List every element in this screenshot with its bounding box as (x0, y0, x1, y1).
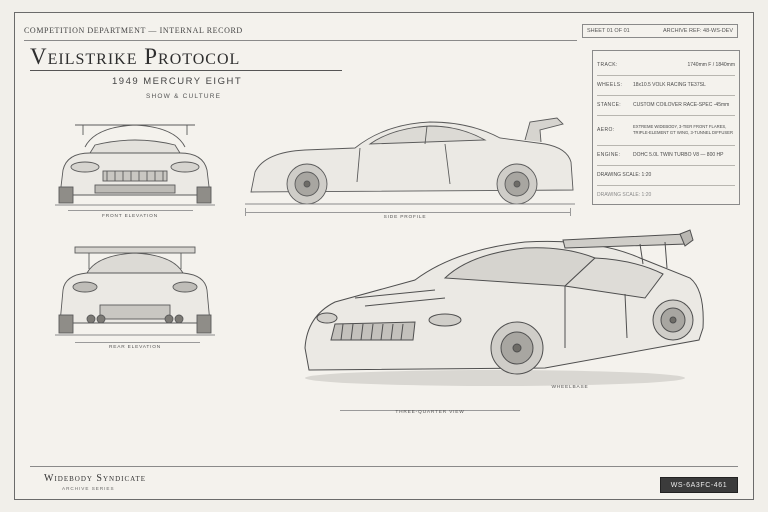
brand-series: ARCHIVE SERIES (62, 486, 115, 491)
wheelbase-label: WHEELBASE (551, 385, 589, 390)
record-line: COMPETITION DEPARTMENT — INTERNAL RECORD (24, 26, 243, 35)
side-profile-label: SIDE PROFILE (383, 215, 427, 220)
spec-value: DOHC 5.0L TWIN TURBO V8 — 800 HP (633, 152, 724, 158)
spec-value: DRAWING SCALE: 1:20 (597, 172, 652, 178)
title-underline (30, 70, 342, 71)
front-dimension-line (68, 210, 193, 211)
front-elevation-drawing (55, 124, 215, 206)
spec-row-aero: AERO: EXTREME WIDEBODY, 3-TIER FRONT FLA… (597, 115, 735, 146)
footer-divider (30, 466, 738, 467)
spec-key: AERO: (597, 127, 615, 133)
brand-name: Widebody Syndicate (44, 473, 146, 484)
three-quarter-drawing (304, 229, 704, 386)
spec-value: 18x10.5 VOLK RACING TE37SL (633, 82, 706, 88)
front-elevation-label: FRONT ELEVATION (102, 214, 158, 219)
category-label: SHOW & CULTURE (146, 93, 222, 100)
spec-table: TRACK: 1740mm F / 1840mm WHEELS: 18x10.5… (592, 50, 740, 205)
spec-value: EXTREME WIDEBODY, 3-TIER FRONT FLARES, T… (633, 124, 733, 135)
spec-row-track: TRACK: 1740mm F / 1840mm (597, 55, 735, 76)
dimension-tick (245, 208, 246, 216)
spec-key: ENGINE: (597, 152, 621, 158)
spec-key: TRACK: (597, 62, 618, 68)
vehicle-model: 1949 MERCURY EIGHT (112, 76, 243, 87)
document-id-badge: WS-6A3FC-461 (660, 477, 738, 493)
spec-row-scale: DRAWING SCALE: 1:20 (597, 165, 735, 186)
rear-elevation-drawing (55, 246, 215, 336)
spec-row-stance: STANCE: CUSTOM COILOVER RACE-SPEC -45mm (597, 95, 735, 116)
page-title: Veilstrike Protocol (30, 44, 241, 69)
spec-value: 1740mm F / 1840mm (687, 62, 735, 68)
rear-dimension-line (75, 342, 200, 343)
spec-row-wheels: WHEELS: 18x10.5 VOLK RACING TE37SL (597, 75, 735, 96)
spec-key: STANCE: (597, 102, 622, 108)
dimension-tick (570, 208, 571, 216)
side-profile-drawing (245, 117, 575, 205)
spec-row-engine: ENGINE: DOHC 5.0L TWIN TURBO V8 — 800 HP (597, 145, 735, 166)
rear-elevation-label: REAR ELEVATION (108, 345, 162, 350)
three-quarter-label: THREE-QUARTER VIEW (395, 410, 465, 415)
archive-ref: ARCHIVE REF: 48-WS-DEV (663, 28, 733, 34)
header-divider (24, 40, 577, 41)
spec-value: CUSTOM COILOVER RACE-SPEC -45mm (633, 102, 730, 108)
sheet-number: SHEET 01 OF 01 (587, 28, 630, 34)
spec-row-scale-faded: DRAWING SCALE: 1:20 (597, 185, 735, 205)
spec-key: WHEELS: (597, 82, 623, 88)
sheet-meta-box: SHEET 01 OF 01 ARCHIVE REF: 48-WS-DEV (582, 24, 738, 38)
spec-value: DRAWING SCALE: 1:20 (597, 192, 652, 198)
side-dimension-line (245, 212, 570, 213)
